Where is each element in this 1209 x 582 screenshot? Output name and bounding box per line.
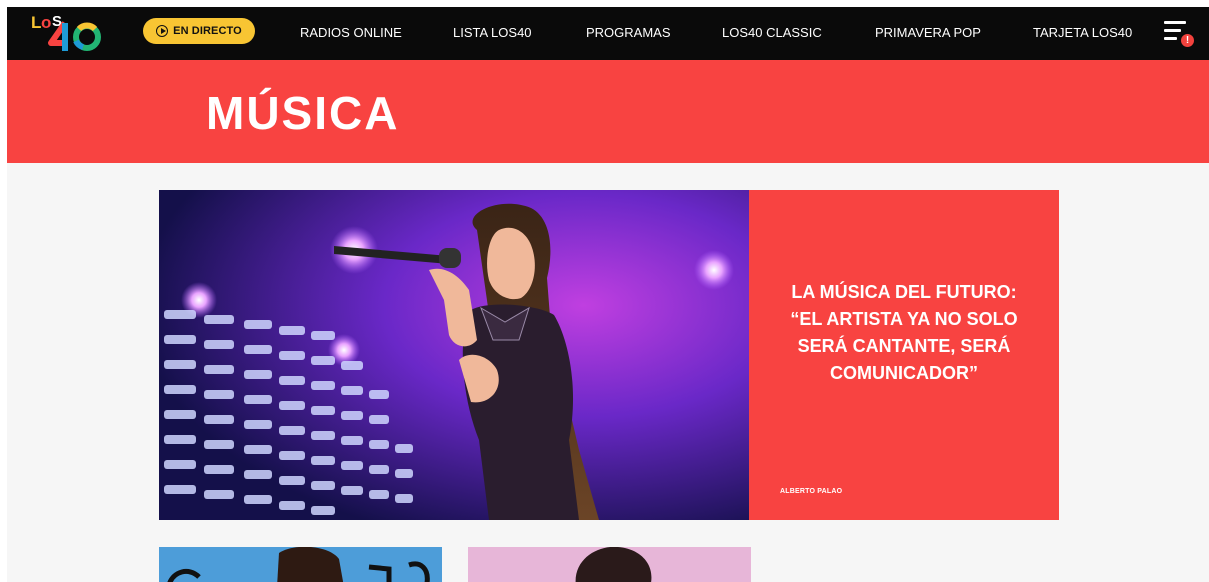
nav-item-radios-online[interactable]: RADIOS ONLINE [300,25,402,40]
alert-badge-icon: ! [1180,33,1195,48]
nav-item-primavera-pop[interactable]: PRIMAVERA POP [875,25,981,40]
svg-text:o: o [41,13,51,32]
hero-author[interactable]: ALBERTO PALAO [780,488,842,495]
nav-item-lista-los40[interactable]: LISTA LOS40 [453,25,532,40]
nav-item-programas[interactable]: PROGRAMAS [586,25,671,40]
page-title: MÚSICA [206,87,400,139]
hero-headline[interactable]: LA MÚSICA DEL FUTURO: “EL ARTISTA YA NO … [773,279,1035,387]
article-thumb-1[interactable] [159,547,442,582]
svg-text:L: L [31,13,41,32]
live-radio-label: EN DIRECTO [173,25,242,37]
page: L o S EN DIRECTO RADIOS ONLINE LISTA LOS… [7,7,1209,582]
hero-article: LA MÚSICA DEL FUTURO: “EL ARTISTA YA NO … [159,190,1059,520]
hero-headline-panel[interactable]: LA MÚSICA DEL FUTURO: “EL ARTISTA YA NO … [749,190,1059,520]
los40-logo[interactable]: L o S [29,11,111,55]
hero-image[interactable] [159,190,749,520]
nav-item-tarjeta-los40[interactable]: TARJETA LOS40 [1033,25,1132,40]
nav-item-los40-classic[interactable]: LOS40 CLASSIC [722,25,822,40]
hamburger-menu-icon[interactable]: ! [1164,19,1195,49]
play-circle-icon [156,25,169,37]
article-thumb-2[interactable] [468,547,751,582]
top-nav: L o S EN DIRECTO RADIOS ONLINE LISTA LOS… [7,7,1209,60]
section-header: MÚSICA [7,60,1209,163]
live-radio-button[interactable]: EN DIRECTO [143,18,255,44]
